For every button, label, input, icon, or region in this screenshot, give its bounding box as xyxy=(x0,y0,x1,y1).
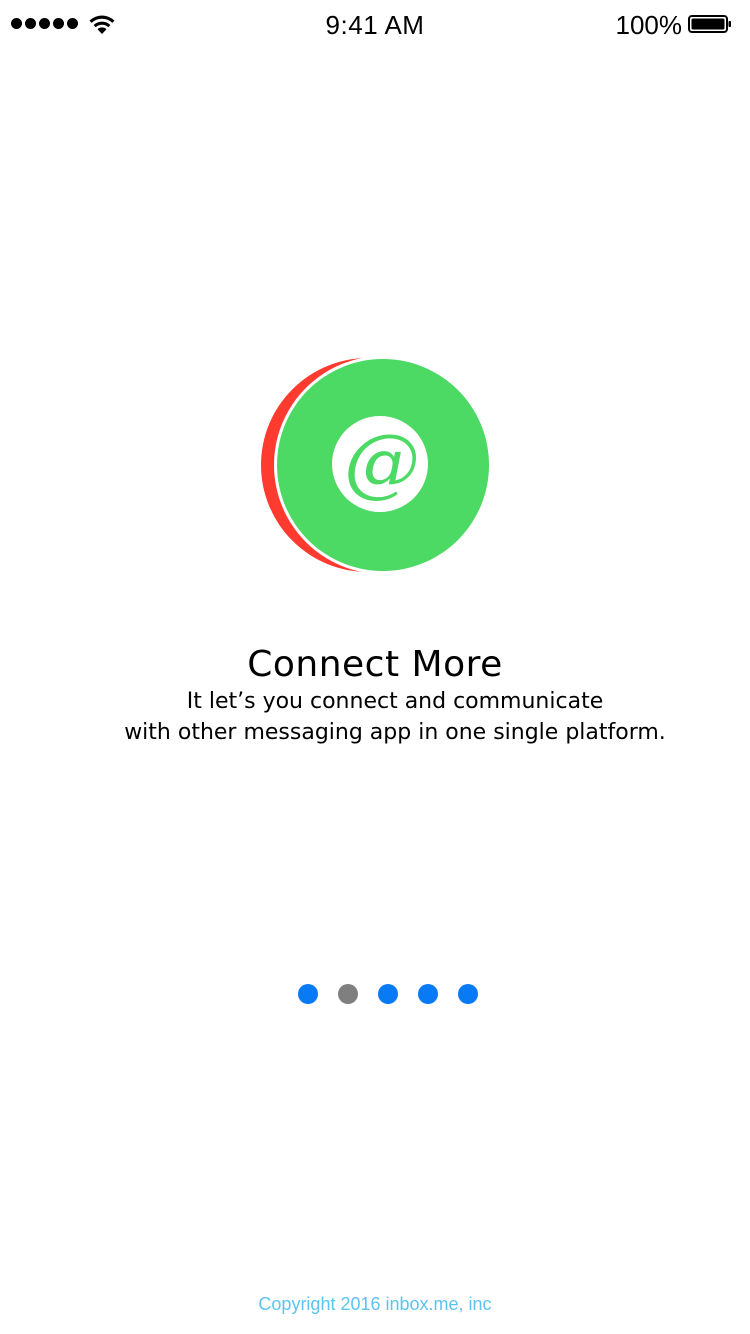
page-dot-5[interactable] xyxy=(458,984,478,1004)
page-dot-1[interactable] xyxy=(298,984,318,1004)
page-dot-3[interactable] xyxy=(378,984,398,1004)
battery-full-icon xyxy=(688,15,731,33)
page-dot-2[interactable] xyxy=(338,984,358,1004)
onboarding-title: Connect More xyxy=(247,644,503,685)
status-bar: 9:41 AM 100% xyxy=(0,0,750,48)
onboarding-description: It let’s you connect and communicate wit… xyxy=(40,686,750,748)
page-indicator[interactable] xyxy=(298,984,478,1004)
onboarding-description-line: It let’s you connect and communicate xyxy=(186,689,604,714)
onboarding-description-line: with other messaging app in one single p… xyxy=(124,720,666,745)
app-logo: @ xyxy=(261,356,492,574)
at-sign-icon: @ xyxy=(344,417,420,506)
battery-percentage: 100% xyxy=(615,10,683,40)
page-dot-4[interactable] xyxy=(418,984,438,1004)
copyright-text: Copyright 2016 inbox.me, inc xyxy=(258,1294,492,1314)
